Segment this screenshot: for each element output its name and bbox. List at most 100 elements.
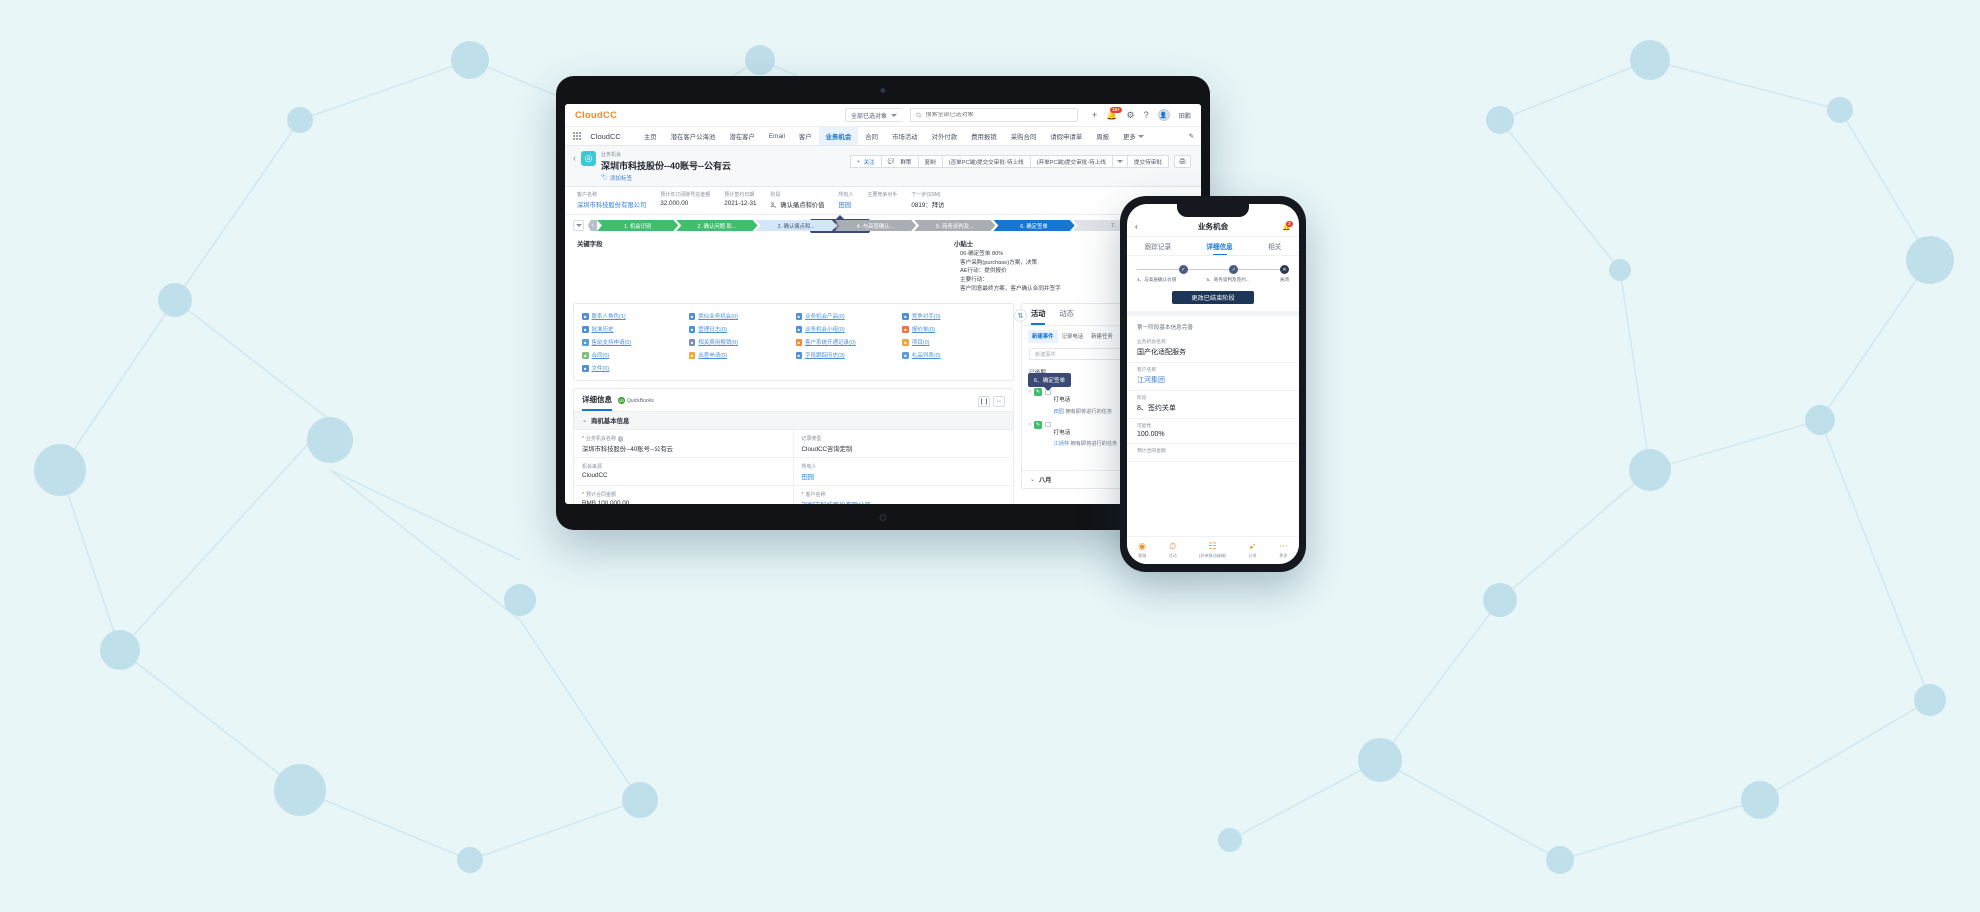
nav-edit-button[interactable]: ✎	[1182, 127, 1201, 145]
tablet-camera-icon	[880, 88, 886, 93]
nav-item-leave-requests[interactable]: 请假申请单	[1043, 127, 1089, 145]
change-closed-stage-button[interactable]: 更改已结束阶段	[1172, 291, 1254, 304]
follow-button[interactable]: + 关注	[849, 155, 882, 168]
step-dot-done-2[interactable]: ✓	[1229, 265, 1239, 274]
stage-3[interactable]: 3. 确认痛点和...	[756, 220, 837, 231]
nav-item-contracts[interactable]: 合同	[858, 127, 885, 145]
list-item[interactable]: ■ 批准历史	[582, 325, 685, 333]
tab-tracking-records[interactable]: 跟踪记录	[1145, 241, 1171, 251]
field-value[interactable]: 田园	[802, 472, 1006, 481]
nav-item-home[interactable]: 主页	[637, 127, 664, 145]
expand-icon[interactable]: ↔	[993, 395, 1005, 407]
project-icon: ■	[902, 339, 909, 346]
field-value[interactable]: 江河集团	[1137, 375, 1289, 385]
stage-1[interactable]: 1. 机会识别	[597, 220, 678, 231]
activity-owner[interactable]: 江炳林	[1054, 441, 1070, 447]
stage-5[interactable]: 5. 商务谈判及...	[914, 220, 995, 231]
global-search[interactable]	[910, 108, 1079, 122]
tab-feed[interactable]: 动态	[1059, 309, 1073, 325]
pause-icon[interactable]: ❙❙	[978, 395, 990, 407]
field-value[interactable]: 深圳市科技股份有限公司	[802, 500, 1006, 504]
nav-item-expense-claims[interactable]: 费用报销	[964, 127, 1004, 145]
field-value[interactable]: 深圳市科技股份有限公司	[577, 200, 646, 209]
section-header-basic-info[interactable]: ⌄ 商机基本信息	[574, 412, 1013, 431]
list-item[interactable]: ■ 类似业务机会(0)	[688, 312, 792, 320]
bottom-nav-mobile-module[interactable]: ☷ (苏单移动端端)	[1199, 542, 1226, 559]
list-item[interactable]: ■ 项目(0)	[902, 338, 1005, 346]
more-actions-dropdown[interactable]	[1111, 155, 1128, 168]
list-item[interactable]: ■ 售前支持申请(0)	[582, 338, 685, 346]
add-tag-button[interactable]: 🏷 添加标签	[601, 174, 731, 182]
bottom-nav-share[interactable]: ➹ 分享	[1248, 542, 1256, 559]
list-item[interactable]: ■ 文件(0)	[582, 364, 685, 372]
list-item[interactable]: ■ 客户系统开通记录(0)	[795, 338, 899, 346]
chatter-button[interactable]: 💬 群策	[880, 155, 919, 168]
bottom-nav-label: (苏单移动端端)	[1198, 552, 1227, 558]
bell-icon[interactable]: 🔔 2	[1282, 220, 1293, 231]
avatar[interactable]: 👤	[1157, 109, 1170, 121]
list-item[interactable]: ■ 管理日志(0)	[688, 325, 792, 333]
nav-item-purchase-contracts[interactable]: 采购合同	[1004, 127, 1044, 145]
list-item[interactable]: ■ 报价单(0)	[902, 325, 1005, 333]
tab-detail-info[interactable]: 详细信息	[582, 394, 612, 412]
chevron-right-icon[interactable]: ›	[1029, 421, 1031, 429]
stage-4[interactable]: 4. 与高层确认...	[835, 220, 916, 231]
list-item[interactable]: ■ 联系人角色(1)	[582, 312, 685, 320]
search-scope-select[interactable]: 全部已选对象	[845, 108, 903, 122]
field-label: 阶段	[1137, 396, 1147, 401]
copy-button[interactable]: 复制	[917, 155, 943, 168]
activity-owner[interactable]: 田园	[1054, 409, 1064, 415]
nav-item-email[interactable]: Email	[762, 127, 792, 145]
search-input[interactable]	[925, 112, 1073, 118]
list-item[interactable]: ■ 相关费用报销(0)	[688, 338, 792, 346]
tablet-home-button[interactable]	[879, 514, 887, 521]
app-launcher-icon[interactable]	[573, 131, 582, 141]
nav-item-lead-pool[interactable]: 潜在客户公海池	[664, 127, 723, 145]
gear-icon[interactable]: ⚙	[1127, 110, 1135, 120]
subtab-new-event[interactable]: 新建事件	[1028, 330, 1058, 344]
nav-item-accounts[interactable]: 客户	[792, 127, 819, 145]
list-item[interactable]: ■ 出差申请(0)	[688, 351, 792, 359]
stage-list: 1. 机会识别 2. 确认问题.影... 3. 确认痛点和... 4. 与高层确…	[597, 220, 1152, 231]
list-item[interactable]: ■ 礼品列表(0)	[902, 351, 1005, 359]
step-dot-done-1[interactable]: ✓	[1178, 265, 1188, 274]
tab-activity[interactable]: 活动	[1031, 309, 1046, 326]
app-brand-logo[interactable]: CloudCC	[575, 110, 617, 121]
field-owner: 所有人 田园	[793, 458, 1013, 487]
bell-icon[interactable]: 🔔 10+	[1106, 106, 1122, 120]
print-button[interactable]: 🖨	[1173, 155, 1191, 168]
stage-6[interactable]: 6. 确定签单	[993, 220, 1074, 231]
bottom-nav-activity[interactable]: ⏱ 活动	[1169, 542, 1177, 559]
bottom-nav-service[interactable]: ◉ 客服	[1138, 542, 1146, 559]
submit-pending-approval-button[interactable]: 提交待审批	[1126, 155, 1169, 168]
subtab-new-task[interactable]: 新建任务	[1087, 330, 1117, 343]
list-item[interactable]: ■ 竞争对手(0)	[902, 312, 1005, 320]
field-value[interactable]: 田园	[838, 200, 853, 209]
stage-prev-button[interactable]: ‹	[588, 220, 597, 231]
plus-icon[interactable]: +	[1092, 110, 1097, 120]
stage-2[interactable]: 2. 确认问题.影...	[676, 220, 757, 231]
submit-approval-reject-button[interactable]: (否单PC端)提交交审批-待上线	[941, 155, 1031, 168]
list-item[interactable]: ■ 字段跟踪历史(3)	[795, 351, 899, 359]
nav-item-campaigns[interactable]: 市场活动	[885, 127, 925, 145]
step-dot-closed[interactable]: ✕	[1280, 265, 1290, 274]
nav-item-weekly-report[interactable]: 周报	[1089, 127, 1116, 145]
tab-related[interactable]: 相关	[1268, 241, 1281, 251]
submit-approval-abandon-button[interactable]: (弃单PC端)提交审批-待上线	[1029, 155, 1113, 168]
subtab-log-call[interactable]: 记录电话	[1058, 330, 1088, 343]
list-item[interactable]: ■ 业务机会产品(0)	[795, 312, 899, 320]
stage-dropdown-button[interactable]	[573, 220, 584, 231]
nav-item-more[interactable]: 更多	[1116, 127, 1151, 145]
help-icon[interactable]: ?	[617, 436, 624, 442]
nav-item-opportunities[interactable]: 业务机会	[818, 127, 859, 145]
list-item[interactable]: ■ 业务机会小组(0)	[795, 325, 899, 333]
task-checkbox[interactable]	[1045, 421, 1051, 428]
back-chevron-icon[interactable]: ‹	[573, 151, 576, 165]
bottom-nav-more[interactable]: ⋯ 更多	[1279, 542, 1288, 559]
help-icon[interactable]: ?	[1144, 110, 1149, 120]
tab-detail-info[interactable]: 详细信息	[1206, 241, 1232, 251]
nav-item-leads[interactable]: 潜在客户	[722, 127, 762, 145]
chevron-right-icon[interactable]: ›	[1029, 388, 1031, 396]
nav-item-outbound-payments[interactable]: 对外付款	[925, 127, 965, 145]
list-item[interactable]: ■ 合同(0)	[582, 351, 685, 359]
